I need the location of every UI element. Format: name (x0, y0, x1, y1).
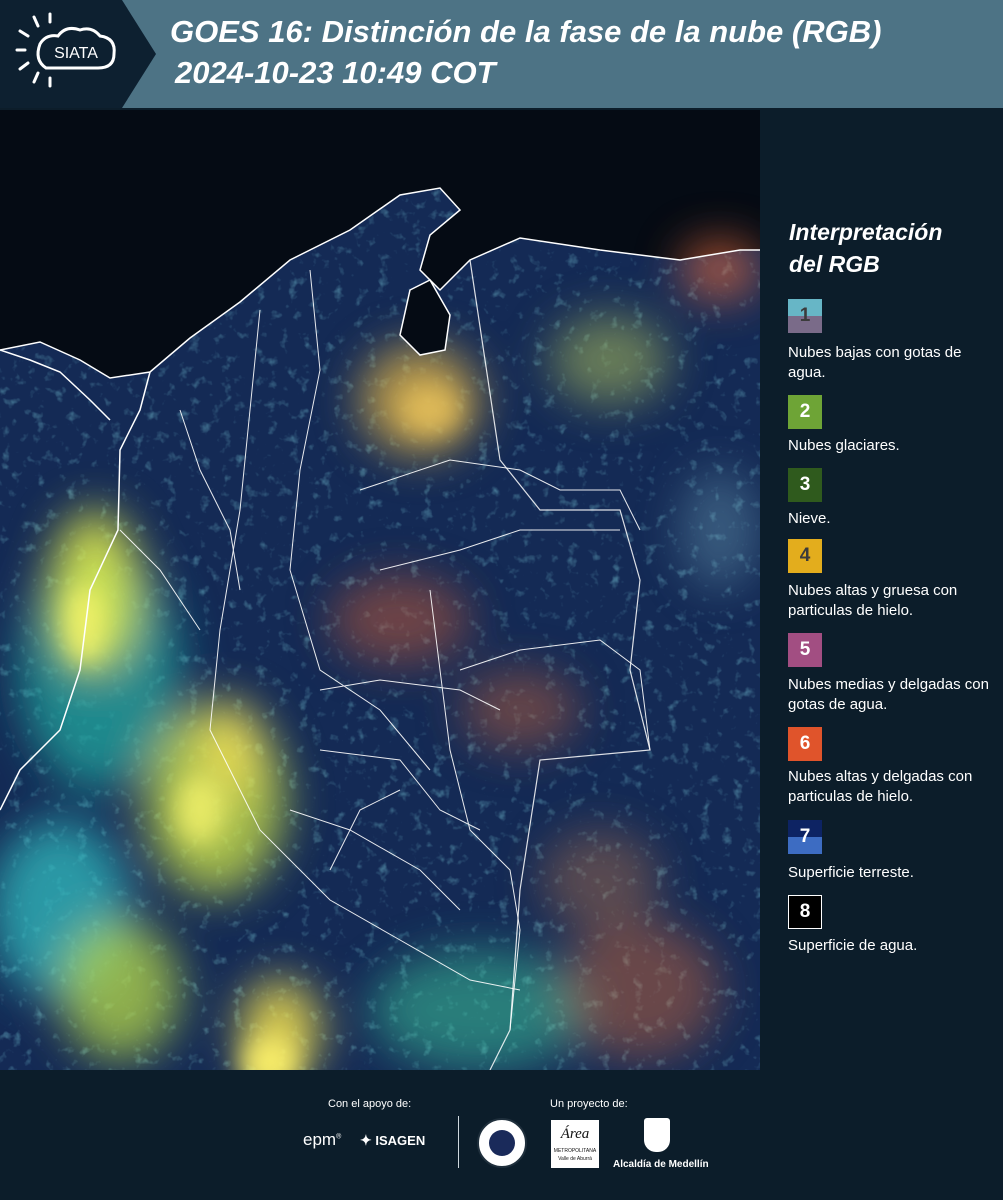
legend-swatch-1: 1 (788, 299, 822, 333)
university-seal-icon (477, 1118, 527, 1168)
alcaldia-logo-text: Alcaldía de Medellín (613, 1159, 709, 1170)
footer-divider (458, 1116, 459, 1168)
legend-desc-5: Nubes medias y delgadas con gotas de agu… (788, 676, 989, 713)
legend-swatch-8: 8 (788, 895, 822, 929)
area-logo-text: Área (560, 1126, 590, 1142)
legend-swatch-7: 7 (788, 820, 822, 854)
legend-title-line2: del RGB (789, 251, 880, 277)
area-logo-sub1: METROPOLITANA (553, 1148, 597, 1154)
epm-logo-text: epm (303, 1130, 337, 1149)
satellite-map[interactable] (0, 110, 760, 1070)
legend-swatch-2: 2 (788, 395, 822, 429)
legend-swatch-5: 5 (788, 633, 822, 667)
logo-text: SIATA (54, 45, 98, 62)
legend-swatch-3: 3 (788, 468, 822, 502)
support-label: Con el apoyo de: (328, 1098, 412, 1110)
legend-panel: Interpretación del RGB 1 Nubes bajas con… (762, 110, 1003, 1070)
legend-desc-4: Nubes altas y gruesa con particulas de h… (788, 582, 958, 619)
legend-desc-7: Superficie terreste. (788, 864, 914, 881)
header-bar: SIATA GOES 16: Distinción de la fase de … (0, 0, 1003, 108)
epm-logo: epm® (303, 1130, 342, 1149)
alcaldia-shield-icon (644, 1118, 670, 1152)
area-logo-sub2: Valle de Aburrá (558, 1156, 592, 1162)
logo-badge: SIATA (0, 0, 156, 108)
area-metropolitana-logo: Área METROPOLITANA Valle de Aburrá (551, 1120, 599, 1168)
legend-desc-8: Superficie de agua. (788, 937, 918, 954)
page-title: GOES 16: Distinción de la fase de la nub… (170, 14, 882, 49)
legend-desc-3: Nieve. (788, 510, 831, 527)
legend-swatch-4: 4 (788, 539, 822, 573)
isagen-logo-text: ISAGEN (375, 1133, 426, 1148)
legend-desc-2: Nubes glaciares. (788, 437, 900, 454)
isagen-star-icon: ✦ (360, 1132, 372, 1148)
isagen-logo: ✦ ISAGEN (360, 1132, 425, 1149)
legend-desc-1: Nubes bajas con gotas de agua. (788, 344, 962, 381)
legend-desc-6: Nubes altas y delgadas con particulas de… (788, 768, 973, 805)
satellite-image (0, 110, 760, 1070)
page-timestamp: 2024-10-23 10:49 COT (175, 55, 496, 90)
legend-title-line1: Interpretación (789, 219, 943, 245)
siata-logo: SIATA (0, 0, 160, 108)
footer: Con el apoyo de: Un proyecto de: epm® ✦ … (0, 1072, 1003, 1200)
legend-title: Interpretación del RGB (789, 216, 989, 280)
project-label: Un proyecto de: (550, 1098, 628, 1110)
legend-swatch-6: 6 (788, 727, 822, 761)
